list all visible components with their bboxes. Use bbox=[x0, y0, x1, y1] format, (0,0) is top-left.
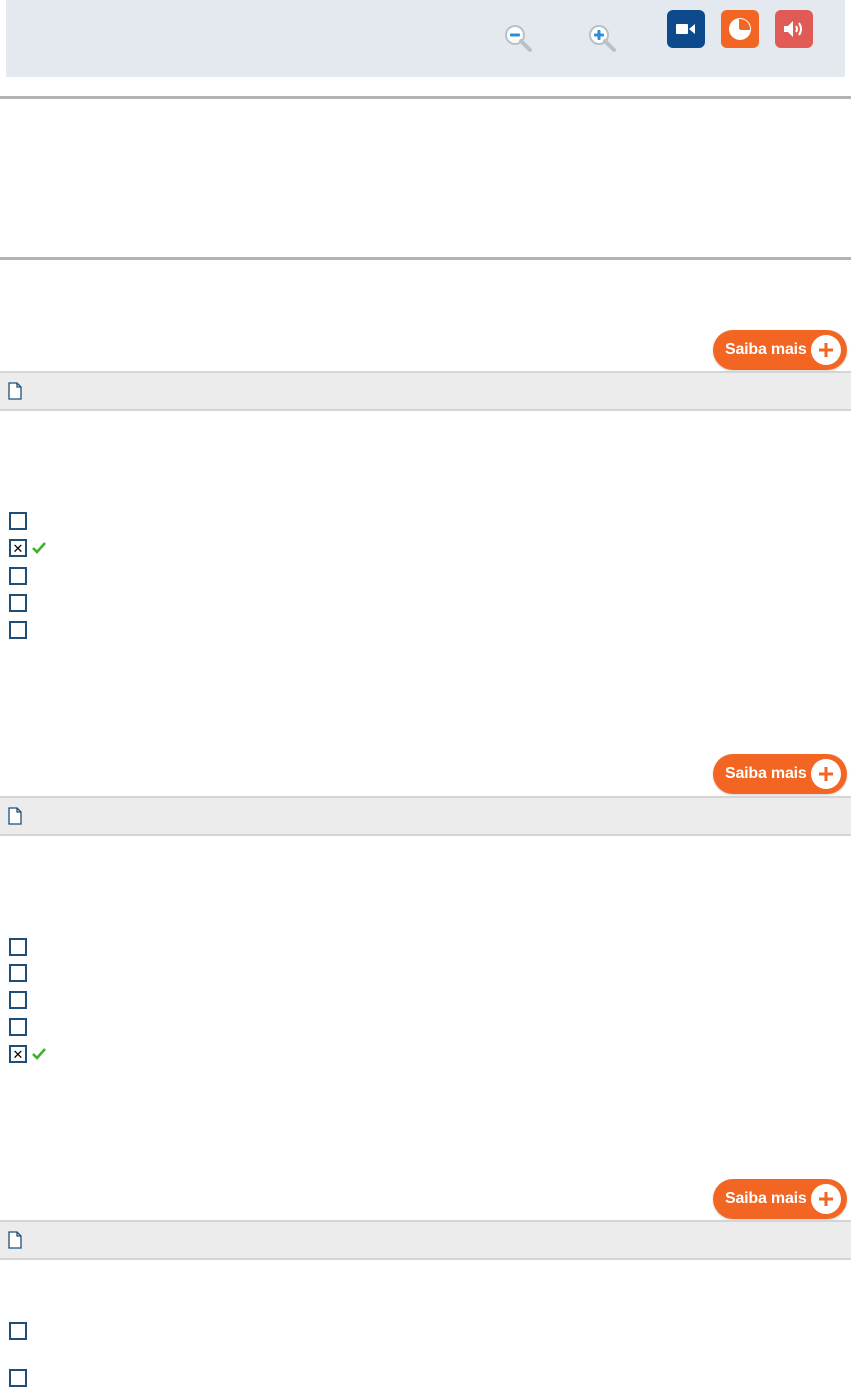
question-header bbox=[0, 371, 851, 411]
option-row bbox=[9, 963, 27, 983]
option-checkbox[interactable] bbox=[9, 594, 27, 612]
option-row bbox=[9, 593, 27, 613]
zoom-out-icon[interactable] bbox=[501, 22, 535, 56]
chart-button[interactable] bbox=[721, 10, 759, 48]
saiba-mais-label: Saiba mais bbox=[725, 341, 807, 358]
option-row bbox=[9, 1017, 27, 1037]
option-row bbox=[9, 1368, 27, 1388]
option-row bbox=[9, 1321, 27, 1341]
toolbar bbox=[6, 0, 845, 77]
pie-chart-icon bbox=[729, 18, 751, 40]
plus-icon bbox=[811, 759, 841, 789]
document-icon bbox=[8, 382, 22, 400]
option-row bbox=[9, 937, 27, 957]
saiba-mais-label: Saiba mais bbox=[725, 765, 807, 782]
option-checkbox[interactable] bbox=[9, 1322, 27, 1340]
option-checkbox[interactable] bbox=[9, 991, 27, 1009]
option-checkbox[interactable]: ✕ bbox=[9, 1045, 27, 1063]
option-checkbox[interactable] bbox=[9, 567, 27, 585]
speaker-icon bbox=[784, 21, 802, 37]
video-icon bbox=[676, 24, 695, 34]
correct-check-icon bbox=[32, 542, 46, 554]
saiba-mais-button[interactable]: Saiba mais bbox=[713, 754, 847, 794]
video-button[interactable] bbox=[667, 10, 705, 48]
option-checkbox[interactable] bbox=[9, 512, 27, 530]
option-row bbox=[9, 566, 27, 586]
option-checkbox[interactable] bbox=[9, 1018, 27, 1036]
option-checkbox[interactable] bbox=[9, 938, 27, 956]
option-checkbox[interactable] bbox=[9, 1369, 27, 1387]
divider bbox=[0, 257, 851, 260]
option-row bbox=[9, 620, 27, 640]
option-row bbox=[9, 511, 27, 531]
plus-icon bbox=[811, 1184, 841, 1214]
zoom-in-icon[interactable] bbox=[585, 22, 619, 56]
question-header bbox=[0, 1220, 851, 1260]
option-row bbox=[9, 990, 27, 1010]
option-row: ✕ bbox=[9, 538, 46, 558]
document-icon bbox=[8, 1231, 22, 1249]
document-icon bbox=[8, 807, 22, 825]
saiba-mais-label: Saiba mais bbox=[725, 1190, 807, 1207]
saiba-mais-button[interactable]: Saiba mais bbox=[713, 1179, 847, 1219]
saiba-mais-button[interactable]: Saiba mais bbox=[713, 330, 847, 370]
correct-check-icon bbox=[32, 1048, 46, 1060]
option-checkbox[interactable]: ✕ bbox=[9, 539, 27, 557]
option-checkbox[interactable] bbox=[9, 964, 27, 982]
option-checkbox[interactable] bbox=[9, 621, 27, 639]
divider bbox=[0, 96, 851, 99]
option-row: ✕ bbox=[9, 1044, 46, 1064]
plus-icon bbox=[811, 335, 841, 365]
question-header bbox=[0, 796, 851, 836]
audio-button[interactable] bbox=[775, 10, 813, 48]
